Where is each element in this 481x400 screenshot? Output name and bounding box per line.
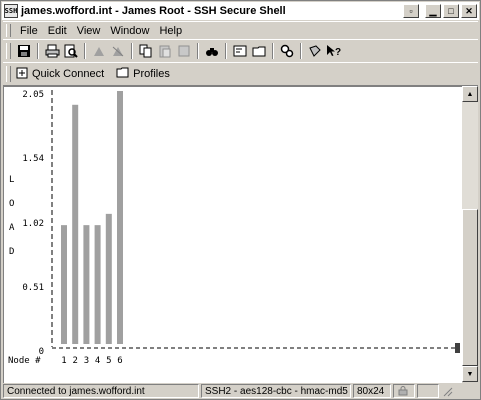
title-bar[interactable]: SSH james.wofford.int - James Root - SSH…: [2, 2, 479, 20]
y-axis-label-letter: O: [9, 199, 14, 209]
quick-connect-button[interactable]: Quick Connect: [16, 67, 104, 82]
profiles-label: Profiles: [133, 68, 170, 80]
x-tick-label: 5: [106, 356, 111, 366]
paste-icon[interactable]: [157, 43, 173, 59]
scroll-down-button[interactable]: ▼: [462, 366, 478, 382]
copy-icon[interactable]: [138, 43, 154, 59]
paste-special-icon[interactable]: [176, 43, 192, 59]
menu-help[interactable]: Help: [154, 25, 187, 37]
y-tick-label: 0.51: [22, 283, 44, 293]
menu-bar: File Edit View Window Help: [3, 21, 478, 40]
profile-bar: Quick Connect Profiles: [3, 62, 478, 86]
load-chart: LOAD 2.051.541.020.510 123456 Node #: [8, 90, 460, 366]
toolbar-separator: [225, 43, 227, 59]
window-title: james.wofford.int - James Root - SSH Sec…: [21, 5, 286, 17]
menu-view[interactable]: View: [72, 25, 106, 37]
maximize-button[interactable]: □: [443, 4, 459, 18]
toolbar-separator: [300, 43, 302, 59]
resize-grip-icon[interactable]: [441, 385, 453, 397]
cipher-status: SSH2 - aes128-cbc - hmac-md5 - none: [201, 384, 351, 398]
y-tick-label: 1.54: [22, 154, 44, 164]
settings-icon[interactable]: [279, 43, 295, 59]
toolbar-separator: [131, 43, 133, 59]
close-button[interactable]: ✕: [461, 4, 477, 18]
profile-bar-grip[interactable]: [6, 66, 11, 82]
quick-connect-label: Quick Connect: [32, 68, 105, 80]
status-bar: Connected to james.wofford.int SSH2 - ae…: [3, 383, 478, 399]
find-icon[interactable]: [204, 43, 220, 59]
menu-restore-button[interactable]: ▫: [403, 4, 419, 18]
disconnect-icon[interactable]: [110, 43, 126, 59]
connection-indicator-icon: [417, 384, 439, 398]
folder-icon: [116, 67, 129, 81]
svg-text:?: ?: [335, 47, 341, 58]
bar-node-5: [105, 213, 112, 344]
y-axis-label-letter: D: [9, 247, 14, 257]
toolbar-separator: [84, 43, 86, 59]
x-tick-label: 1: [61, 356, 66, 366]
bar-node-2: [72, 104, 79, 344]
bar-node-3: [83, 225, 90, 344]
terminal-screen[interactable]: LOAD 2.05 1.54 1.02 0.51 0 123456 Node #: [3, 86, 462, 383]
menu-window[interactable]: Window: [105, 25, 154, 37]
connection-status: Connected to james.wofford.int: [3, 384, 199, 398]
y-axis-label-letter: A: [9, 223, 15, 233]
cursor-block: [455, 343, 460, 353]
x-tick-label: 6: [117, 356, 122, 366]
help-icon[interactable]: [307, 43, 323, 59]
toolbar: ?: [3, 39, 478, 63]
print-icon[interactable]: [44, 43, 60, 59]
toolbar-separator: [272, 43, 274, 59]
terminal-icon[interactable]: SSH: [4, 4, 18, 18]
ssh-client-window: SSH james.wofford.int - James Root - SSH…: [0, 0, 481, 400]
x-axis-label: Node #: [8, 356, 41, 366]
y-axis-label-letter: L: [9, 175, 14, 185]
new-terminal-icon[interactable]: [232, 43, 248, 59]
connect-icon[interactable]: [91, 43, 107, 59]
bar-node-6: [117, 91, 123, 344]
menu-file[interactable]: File: [15, 25, 43, 37]
bar-node-4: [94, 225, 101, 344]
whats-this-icon[interactable]: ?: [326, 43, 342, 59]
x-tick-label: 2: [72, 356, 77, 366]
toolbar-separator: [37, 43, 39, 59]
toolbar-grip[interactable]: [6, 43, 11, 59]
x-tick-label: 4: [95, 356, 100, 366]
scroll-up-button[interactable]: ▲: [462, 86, 478, 102]
scroll-thumb[interactable]: [462, 209, 478, 366]
quick-connect-icon: [16, 67, 28, 82]
save-icon[interactable]: [16, 43, 32, 59]
new-file-transfer-icon[interactable]: [251, 43, 267, 59]
x-tick-label: 3: [84, 356, 89, 366]
terminal-size-status: 80x24: [353, 384, 391, 398]
print-preview-icon[interactable]: [63, 43, 79, 59]
toolbar-separator: [197, 43, 199, 59]
vertical-scrollbar[interactable]: ▲ ▼: [462, 86, 478, 382]
lock-icon: [393, 384, 415, 398]
y-tick-label: 2.05: [22, 90, 44, 100]
bar-node-1: [61, 225, 67, 344]
profiles-button[interactable]: Profiles: [116, 67, 170, 81]
menu-grip[interactable]: [6, 24, 11, 37]
y-tick-label: 1.02: [22, 219, 44, 229]
menu-edit[interactable]: Edit: [43, 25, 72, 37]
minimize-button[interactable]: ▁: [425, 4, 441, 18]
